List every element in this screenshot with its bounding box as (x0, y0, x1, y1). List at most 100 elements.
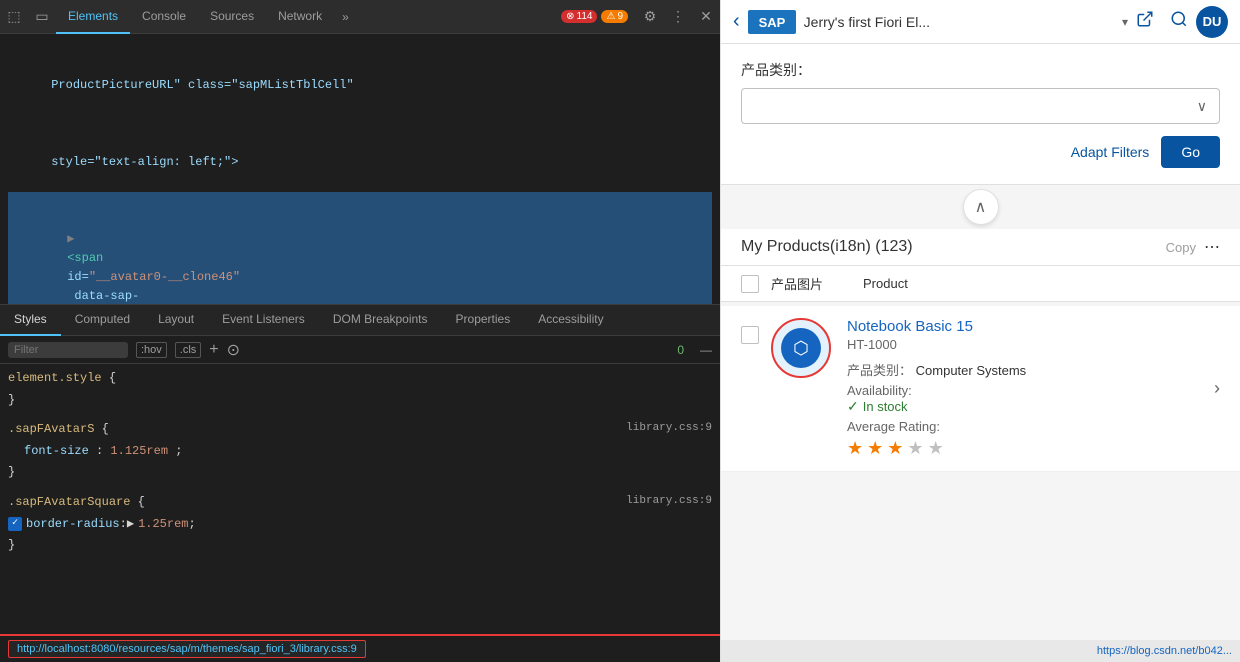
item-stars-row: ★ ★ ★ ★ ★ (847, 438, 1214, 459)
css-selector-text: .sapFAvatarS (8, 422, 102, 436)
copy-button[interactable]: Copy (1166, 240, 1196, 255)
item-availability-label: Availability: (847, 383, 912, 398)
styles-filter-bar: :hov .cls + ⊙ 0 — (0, 336, 720, 364)
filter-cls-button[interactable]: .cls (175, 342, 202, 358)
attr-name: ProductPictureURL" class="sapMListTblCel… (51, 78, 353, 92)
star-1: ★ (847, 438, 863, 459)
item-details: Notebook Basic 15 HT-1000 产品类别： Computer… (847, 318, 1214, 459)
adapt-filters-button[interactable]: Adapt Filters (1071, 144, 1150, 160)
mobile-view-icon[interactable]: ▭ (28, 3, 56, 31)
item-category-label: 产品类别： (847, 363, 912, 378)
css-brace: { (138, 495, 145, 509)
item-rating-label: Average Rating: (847, 419, 940, 434)
css-property-name: border-radius (26, 514, 120, 536)
go-button[interactable]: Go (1161, 136, 1220, 168)
column-count: 0 (677, 343, 684, 357)
punctuation (51, 136, 80, 150)
css-selector-element: element.style { (8, 368, 712, 390)
css-source[interactable]: library.css:9 (626, 492, 712, 514)
category-select[interactable]: ∨ (741, 88, 1220, 124)
css-close-brace: } (8, 462, 712, 484)
styles-content[interactable]: element.style { } .sapFAvatarS { library… (0, 364, 720, 634)
tab-dom-breakpoints[interactable]: DOM Breakpoints (319, 304, 442, 336)
css-property-name: font-size (24, 444, 89, 458)
add-style-icon[interactable]: + (209, 341, 218, 359)
select-element-icon[interactable]: ⬚ (0, 3, 28, 31)
fiori-table-header: 产品图片 Product (721, 266, 1240, 302)
fiori-panel: ‹ SAP Jerry's first Fiori El... ▾ DU 产品类… (720, 0, 1240, 662)
fiori-list-content[interactable]: ⬡ Notebook Basic 15 HT-1000 产品类别： Comput… (721, 302, 1240, 640)
fiori-header: ‹ SAP Jerry's first Fiori El... ▾ DU (721, 0, 1240, 44)
resource-url[interactable]: http://localhost:8080/resources/sap/m/th… (8, 640, 366, 658)
filter-pseudo-button[interactable]: :hov (136, 342, 167, 358)
item-category-value: Computer Systems (916, 363, 1027, 378)
select-all-checkbox[interactable] (741, 275, 759, 293)
select-arrow-icon: ∨ (1197, 98, 1207, 115)
close-icon[interactable]: ✕ (692, 3, 720, 31)
punctuation: ▶ (67, 232, 74, 246)
settings-icon[interactable]: ⚙ (636, 3, 664, 31)
item-checkbox[interactable] (741, 326, 759, 344)
css-colon: : (96, 444, 110, 458)
col-header-product: Product (863, 276, 908, 291)
styles-filter-input[interactable] (8, 342, 128, 358)
css-semicolon: ; (175, 444, 182, 458)
warn-count: 9 (617, 11, 623, 22)
property-checkbox[interactable] (8, 517, 22, 531)
attr-name: data-sap- (67, 289, 139, 303)
fiori-share-icon[interactable] (1136, 10, 1154, 33)
tab-styles[interactable]: Styles (0, 304, 61, 336)
toggle-icon[interactable]: ⊙ (227, 340, 240, 360)
css-property-value: 1.125rem (110, 444, 168, 458)
tab-console[interactable]: Console (130, 0, 198, 34)
tab-sources[interactable]: Sources (198, 0, 266, 34)
item-avatar-inner: ⬡ (781, 328, 821, 368)
css-source[interactable]: library.css:9 (626, 419, 712, 441)
item-availability-row: Availability: ✓ In stock (847, 383, 1214, 415)
css-block-element-style: element.style { } (8, 368, 712, 411)
tab-layout[interactable]: Layout (144, 304, 208, 336)
css-brace-close: } (8, 465, 15, 479)
html-line: style="text-align: left;"> (8, 115, 712, 192)
attr-val: "__avatar0-__clone46" (89, 270, 240, 284)
star-4-empty: ★ (907, 438, 923, 459)
punctuation (67, 213, 110, 227)
devtools-right-icons: ⊗ 114 ⚠ 9 ⚙ ⋮ ✕ (561, 3, 720, 31)
fiori-avatar[interactable]: DU (1196, 6, 1228, 38)
fiori-dropdown-icon[interactable]: ▾ (1122, 15, 1128, 29)
tab-properties[interactable]: Properties (442, 304, 525, 336)
more-options-button[interactable]: ⋯ (1204, 237, 1220, 257)
item-product-name[interactable]: Notebook Basic 15 (847, 318, 1214, 335)
more-tabs-button[interactable]: » (334, 10, 357, 24)
item-avatar-icon: ⬡ (793, 338, 809, 359)
item-navigate-icon[interactable]: › (1214, 378, 1220, 399)
css-colon: : (120, 514, 127, 536)
tab-accessibility[interactable]: Accessibility (524, 304, 617, 336)
csdn-link[interactable]: https://blog.csdn.net/b042... (1097, 645, 1232, 657)
css-close-brace: } (8, 390, 712, 412)
collapse-button[interactable]: ∧ (963, 189, 999, 225)
tab-elements[interactable]: Elements (56, 0, 130, 34)
list-item[interactable]: ⬡ Notebook Basic 15 HT-1000 产品类别： Comput… (721, 306, 1240, 472)
star-5-empty: ★ (928, 438, 944, 459)
devtools-toolbar: ⬚ ▭ Elements Console Sources Network » ⊗… (0, 0, 720, 34)
more-options-icon[interactable]: ⋮ (664, 3, 692, 31)
fiori-title: Jerry's first Fiori El... (804, 14, 1114, 30)
warn-icon: ⚠ (606, 11, 615, 22)
tab-computed[interactable]: Computed (61, 304, 144, 336)
html-tree[interactable]: ProductPictureURL" class="sapMListTblCel… (0, 34, 720, 304)
item-rating-row: Average Rating: (847, 419, 1214, 434)
star-2: ★ (867, 438, 883, 459)
fiori-list-header: My Products(i18n) (123) Copy ⋯ (721, 229, 1240, 266)
bottom-bar: http://localhost:8080/resources/sap/m/th… (0, 634, 720, 662)
css-brace: { (102, 422, 109, 436)
error-badge: ⊗ 114 (561, 10, 597, 23)
html-line-selected[interactable]: ▶ <span id="__avatar0-__clone46" data-sa… (8, 192, 712, 305)
css-close-brace: } (8, 535, 712, 557)
back-button[interactable]: ‹ (733, 10, 740, 33)
fiori-search-icon[interactable] (1170, 10, 1188, 33)
tab-network[interactable]: Network (266, 0, 334, 34)
tab-event-listeners[interactable]: Event Listeners (208, 304, 319, 336)
punctuation (51, 59, 80, 73)
css-property-value: 1.25rem (138, 514, 188, 536)
